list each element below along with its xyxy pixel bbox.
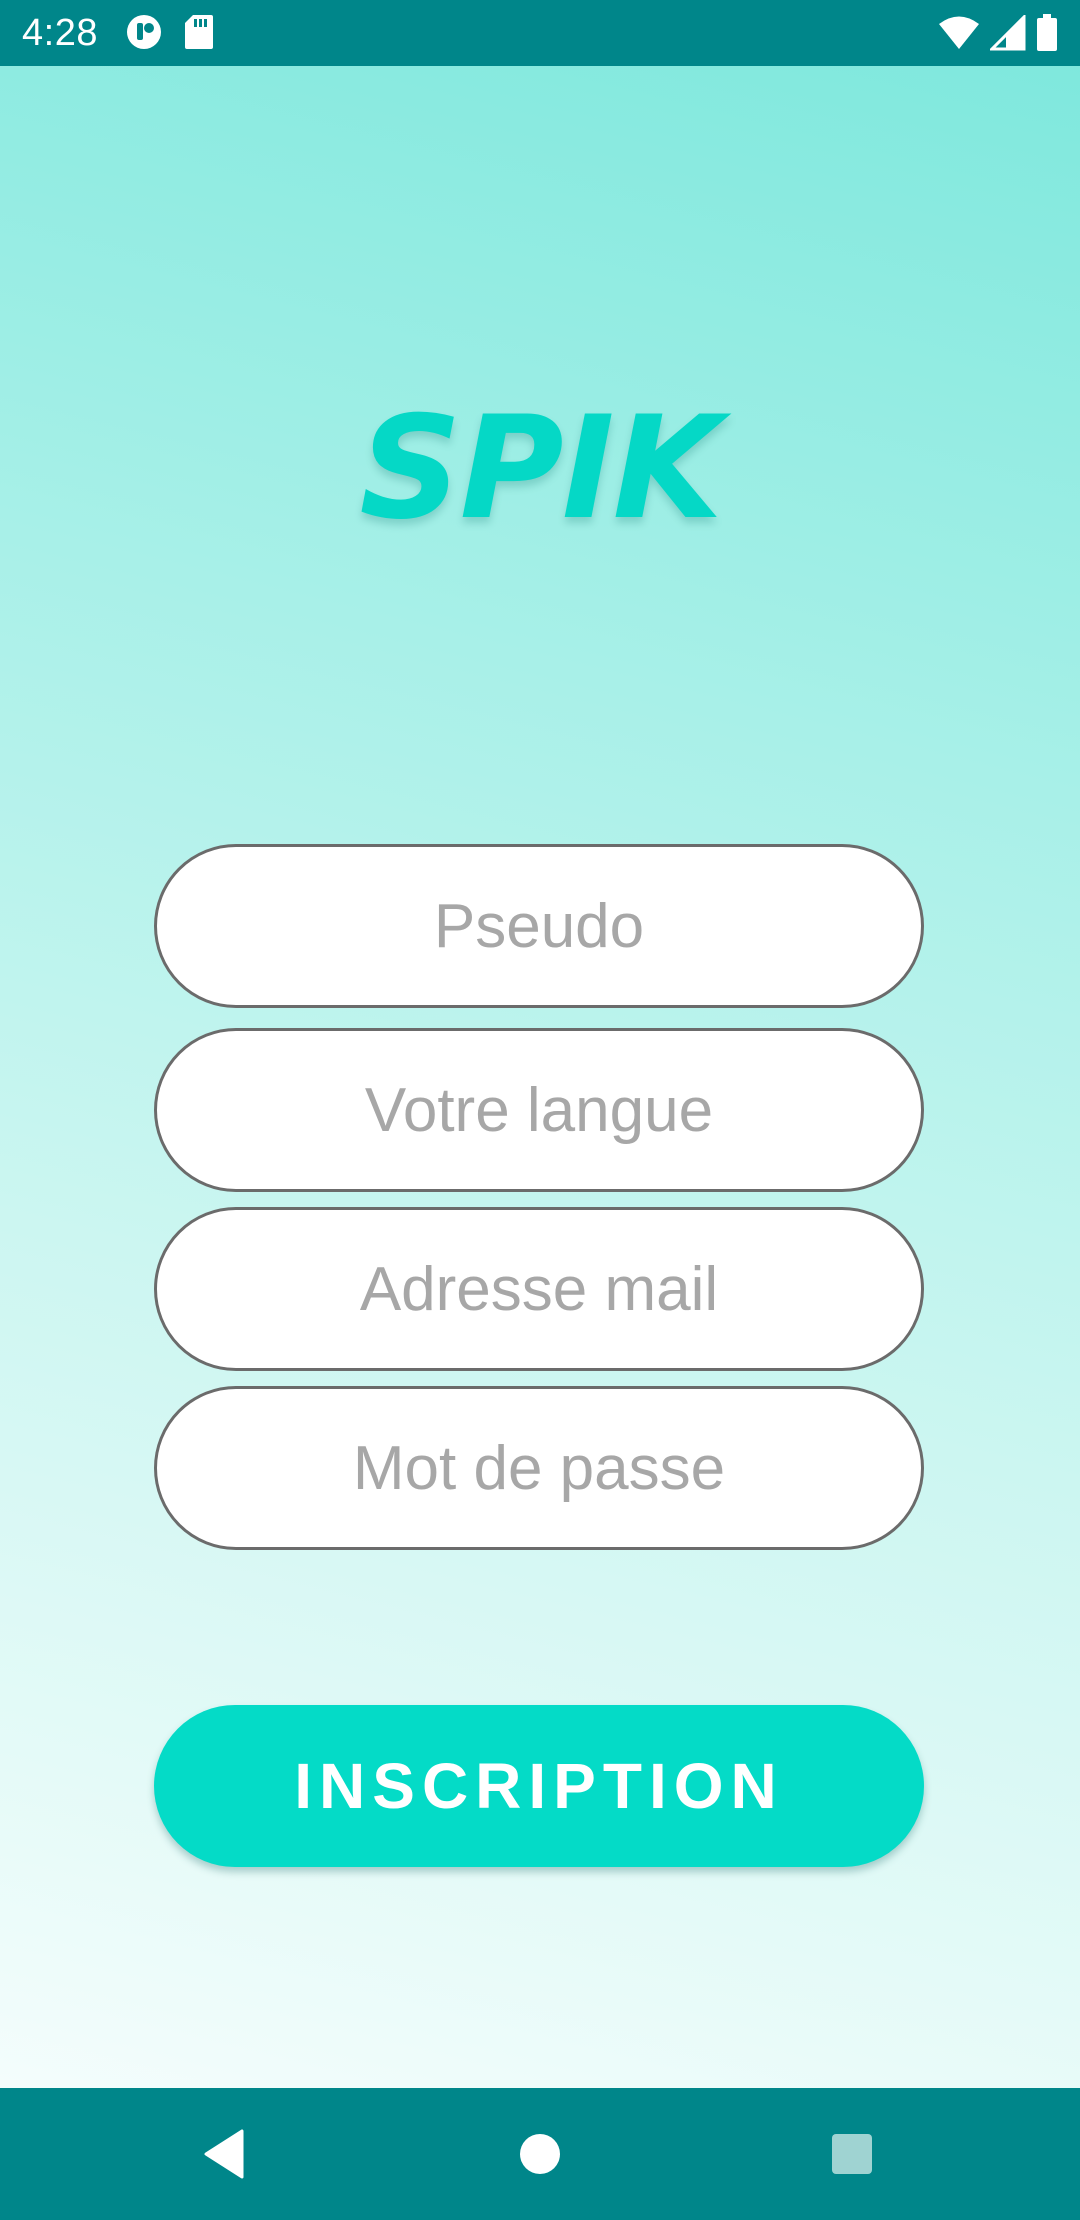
signup-button[interactable]: INSCRIPTION xyxy=(154,1705,924,1867)
home-button[interactable] xyxy=(474,2088,606,2220)
status-bar: 4:28 xyxy=(0,0,1080,66)
status-right-icons xyxy=(938,13,1058,57)
language-field[interactable] xyxy=(154,1028,924,1192)
password-field[interactable] xyxy=(154,1386,924,1550)
notification-app-icon xyxy=(126,14,162,55)
home-icon xyxy=(520,2134,560,2174)
status-left-icons xyxy=(126,14,214,55)
navigation-bar xyxy=(0,2088,1080,2220)
recents-button[interactable] xyxy=(786,2088,918,2220)
wifi-icon xyxy=(938,15,980,56)
back-icon xyxy=(204,2129,244,2179)
battery-icon xyxy=(1036,14,1058,57)
password-input[interactable] xyxy=(157,1388,921,1548)
pseudo-field[interactable] xyxy=(154,844,924,1008)
cell-signal-icon xyxy=(988,13,1026,56)
app-logo: SPIK xyxy=(359,386,722,551)
email-field[interactable] xyxy=(154,1207,924,1371)
status-time: 4:28 xyxy=(22,12,98,54)
email-input[interactable] xyxy=(157,1209,921,1369)
sd-card-icon xyxy=(184,14,214,55)
recents-icon xyxy=(832,2134,872,2174)
signup-screen: 4:28 SPIK Pseudo Votre langue Adresse ma… xyxy=(0,0,1080,2220)
back-button[interactable] xyxy=(160,2088,292,2220)
main-content: SPIK INSCRIPTION xyxy=(0,66,1080,2088)
pseudo-input[interactable] xyxy=(157,846,921,1006)
language-input[interactable] xyxy=(157,1030,921,1190)
